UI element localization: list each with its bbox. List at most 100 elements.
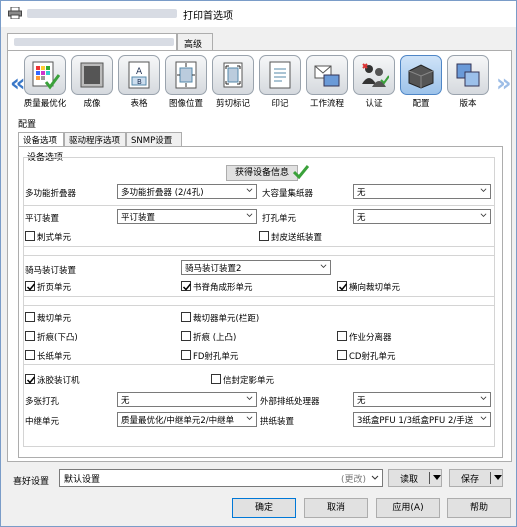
save-button[interactable]: 保存	[449, 469, 503, 487]
stacker-unit-label: 拱纸装置	[260, 417, 295, 427]
favorites-select[interactable]: 默认设置 (更改)	[59, 469, 383, 487]
select-value: 无	[357, 188, 366, 198]
select-value: 质量最优化/中继单元2/中继单	[121, 416, 235, 426]
perfect-binder-checkbox[interactable]: 泳胶装订机	[25, 374, 80, 386]
read-button-label: 读取	[399, 475, 418, 485]
relay-unit-select[interactable]: 质量最优化/中继单元2/中继单	[117, 412, 257, 427]
stamp-icon	[259, 55, 301, 95]
cover-insertion-checkbox[interactable]: 封皮送纸装置	[259, 231, 322, 243]
svg-text:B: B	[137, 78, 142, 86]
checkbox-label: 横向裁切单元	[349, 283, 401, 293]
toolbar-label: 剪切标记	[215, 99, 250, 109]
crease-unit-checkbox[interactable]: 刺式单元	[25, 231, 71, 243]
select-value: 平订装置	[121, 213, 156, 223]
checkbox-box	[25, 331, 35, 341]
chevron-down-icon	[246, 416, 253, 420]
checkmark-icon	[26, 283, 36, 291]
checkbox-label: FD射孔单元	[193, 352, 239, 362]
chevron-down-icon	[480, 213, 487, 217]
subtab-label: 驱动程序选项	[69, 136, 121, 146]
checkbox-box	[337, 331, 347, 341]
image-position-icon	[165, 55, 207, 95]
toolbar-form[interactable]: A B 表格	[116, 55, 162, 109]
select-value: 无	[121, 396, 130, 406]
checkbox-label: 信封定影单元	[223, 376, 275, 386]
chevron-down-icon	[246, 396, 253, 400]
checkbox-label: 长纸单元	[37, 352, 72, 362]
dropdown-triangle-icon[interactable]	[494, 475, 502, 481]
crease-up-checkbox[interactable]: 折痕 (上凸)	[181, 331, 236, 343]
external-processor-select[interactable]: 无	[353, 392, 491, 407]
checkbox-box	[25, 312, 35, 322]
workflow-icon	[306, 55, 348, 95]
checkbox-box	[259, 231, 269, 241]
envelope-unit-checkbox[interactable]: 信封定影单元	[211, 374, 274, 386]
checkbox-label: 裁切单元	[37, 314, 72, 324]
select-value: 多功能折叠器 (2/4孔)	[121, 188, 204, 198]
tab-advanced[interactable]: 高级	[177, 33, 213, 51]
checkbox-label: 泳胶装订机	[37, 376, 80, 386]
help-button[interactable]: 帮助	[447, 498, 511, 518]
subtab-driver-options[interactable]: 驱动程序选项	[64, 132, 126, 147]
horizontal-trim-checkbox[interactable]: 横向裁切单元	[337, 281, 400, 293]
toolbar-image-position[interactable]: 图像位置	[163, 55, 209, 109]
get-device-info-button[interactable]: 获得设备信息	[226, 165, 298, 181]
checkbox-box	[25, 231, 35, 241]
checkmark-icon	[26, 376, 36, 384]
toolbar-configure[interactable]: 配置	[398, 55, 444, 109]
checkbox-label: 刺式单元	[37, 233, 72, 243]
large-stacker-select[interactable]: 无	[353, 184, 491, 199]
checkbox-label: 裁切器单元(栏距)	[193, 314, 260, 324]
apply-button[interactable]: 应用(A)	[376, 498, 440, 518]
version-icon	[447, 55, 489, 95]
toolbar-quality[interactable]: 质量最优化	[22, 55, 68, 109]
flat-stitcher-select[interactable]: 平订装置	[117, 209, 257, 224]
crease-down-checkbox[interactable]: 折痕(下凸)	[25, 331, 78, 343]
checkbox-box	[25, 281, 36, 291]
check-success-icon	[293, 165, 309, 179]
printer-icon	[8, 7, 22, 19]
large-stacker-label: 大容量集纸器	[262, 189, 314, 199]
toolbar-stamp[interactable]: 印记	[257, 55, 303, 109]
form-icon: A B	[118, 55, 160, 95]
checkbox-box	[25, 350, 35, 360]
title-redacted-printer-name	[27, 9, 177, 18]
toolbar-authentication[interactable]: 认证	[351, 55, 397, 109]
category-toolbar: 质量最优化 成像 A B 表格 图像位置 剪切标记 印记 工作流程 认证 配置 …	[22, 55, 502, 113]
multi-punch-select[interactable]: 无	[117, 392, 257, 407]
saddle-stitcher-select[interactable]: 骑马装订装置2	[181, 260, 331, 275]
long-sheet-checkbox[interactable]: 长纸单元	[25, 350, 71, 362]
checkbox-box	[181, 281, 192, 291]
read-button[interactable]: 读取	[388, 469, 442, 487]
fd-punch-checkbox[interactable]: FD射孔单元	[181, 350, 238, 362]
multifunction-folder-select[interactable]: 多功能折叠器 (2/4孔)	[117, 184, 257, 199]
subtab-label: 设备选项	[23, 136, 58, 146]
cancel-button[interactable]: 取消	[304, 498, 368, 518]
dropdown-triangle-icon[interactable]	[433, 475, 441, 481]
toolbar-trim-marks[interactable]: 剪切标记	[210, 55, 256, 109]
toolbar-label: 工作流程	[309, 99, 344, 109]
folding-unit-checkbox[interactable]: 折页单元	[25, 281, 71, 293]
split-separator	[490, 472, 491, 484]
subtab-snmp[interactable]: SNMP设置	[126, 132, 182, 147]
punch-unit-select[interactable]: 无	[353, 209, 491, 224]
sub-tab-strip: 设备选项 驱动程序选项 SNMP设置	[18, 132, 503, 148]
configure-icon	[400, 55, 442, 95]
toolbar-imaging[interactable]: 成像	[69, 55, 115, 109]
toolbar-workflow[interactable]: 工作流程	[304, 55, 350, 109]
cd-punch-checkbox[interactable]: CD射孔单元	[337, 350, 395, 362]
square-fold-checkbox[interactable]: 书脊角成形单元	[181, 281, 253, 293]
ok-button[interactable]: 确定	[232, 498, 296, 518]
section-label: 配置	[18, 120, 37, 130]
trimmer-checkbox[interactable]: 裁切单元	[25, 312, 71, 324]
checkbox-label: 折痕 (上凸)	[193, 333, 237, 343]
tab-advanced-label: 高级	[184, 40, 203, 50]
authentication-icon	[353, 55, 395, 95]
flat-stitcher-label: 平订装置	[25, 214, 60, 224]
toolbar-label: 成像	[83, 99, 101, 109]
stacker-unit-select[interactable]: 3纸盒PFU 1/3纸盒PFU 2/手送	[353, 412, 491, 427]
checkbox-box	[181, 312, 191, 322]
trimmer-gutter-checkbox[interactable]: 裁切器单元(栏距)	[181, 312, 259, 324]
job-separator-checkbox[interactable]: 作业分离器	[337, 331, 392, 343]
toolbar-version[interactable]: 版本	[445, 55, 491, 109]
